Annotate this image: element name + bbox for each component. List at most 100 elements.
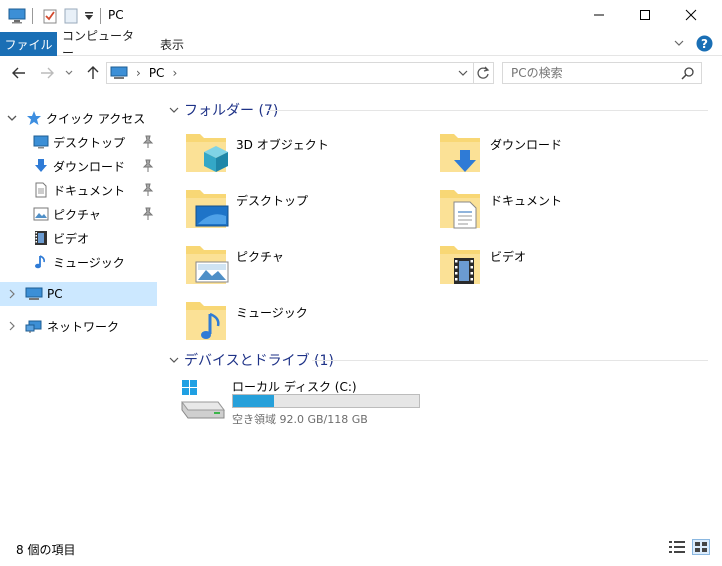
help-icon: ? — [696, 35, 713, 52]
close-icon — [685, 9, 697, 21]
search-input[interactable] — [511, 66, 677, 80]
maximize-icon — [640, 10, 650, 20]
3d-objects-icon — [182, 128, 230, 176]
folder-item[interactable]: ダウンロード — [436, 128, 676, 180]
breadcrumb-pc[interactable]: PC — [149, 66, 165, 80]
recent-locations-button[interactable] — [62, 62, 76, 84]
nav-item-desktop[interactable]: デスクトップ — [0, 130, 160, 154]
folder-item[interactable]: ビデオ — [436, 240, 676, 292]
minimize-icon — [594, 14, 604, 16]
chevron-down-icon[interactable] — [168, 354, 180, 366]
nav-item-downloads[interactable]: ダウンロード — [0, 154, 160, 178]
chevron-down-icon — [674, 40, 684, 46]
nav-item-label: ダウンロード — [53, 159, 126, 174]
group-header-label: フォルダー (7) — [184, 103, 279, 119]
chevron-down-icon[interactable] — [6, 112, 18, 124]
svg-text:?: ? — [701, 37, 708, 51]
navigation-pane: クイック アクセス デスクトップ ダウンロード ドキュメント ピクチャ ビデオ … — [0, 90, 160, 530]
address-row: › PC › — [0, 56, 722, 90]
music-folder-icon — [182, 296, 230, 344]
help-button[interactable]: ? — [696, 35, 713, 52]
title-separator — [100, 8, 101, 24]
network-icon — [25, 320, 42, 333]
drive-free-space: 空き領域 92.0 GB/118 GB — [232, 413, 368, 426]
chevron-right-icon[interactable] — [7, 320, 17, 332]
hard-drive-icon — [178, 378, 226, 422]
nav-quick-access[interactable]: クイック アクセス — [0, 106, 160, 130]
refresh-button[interactable] — [476, 66, 490, 83]
forward-button[interactable] — [36, 62, 58, 84]
tab-computer[interactable]: コンピューター — [62, 29, 140, 60]
chevron-down-icon — [458, 70, 468, 76]
folder-item[interactable]: 3D オブジェクト — [182, 128, 422, 180]
properties-quick-icon[interactable] — [42, 6, 58, 26]
tab-file[interactable]: ファイル — [0, 32, 57, 56]
search-icon[interactable] — [681, 66, 695, 83]
back-button[interactable] — [8, 62, 30, 84]
download-icon — [35, 159, 47, 172]
pin-icon[interactable] — [142, 159, 154, 173]
nav-item-documents[interactable]: ドキュメント — [0, 178, 160, 202]
downloads-folder-icon — [436, 128, 484, 176]
pc-icon — [110, 66, 128, 79]
folder-label: ミュージック — [236, 306, 308, 320]
maximize-button[interactable] — [622, 0, 668, 30]
address-divider — [473, 63, 474, 83]
new-folder-quick-icon[interactable] — [64, 6, 78, 26]
folder-item[interactable]: ミュージック — [182, 296, 422, 348]
drive-name: ローカル ディスク (C:) — [232, 380, 357, 394]
folder-label: 3D オブジェクト — [236, 138, 329, 152]
chevron-down-icon — [65, 70, 73, 75]
customize-quick-access-icon[interactable] — [84, 6, 94, 26]
breadcrumb-separator[interactable]: › — [172, 66, 177, 80]
breadcrumb-separator[interactable]: › — [136, 66, 141, 80]
status-bar: 8 個の項目 — [0, 530, 722, 566]
large-icons-view-button[interactable] — [692, 539, 710, 555]
title-separator — [32, 8, 33, 24]
expand-ribbon-button[interactable] — [672, 36, 688, 52]
nav-item-pictures[interactable]: ピクチャ — [0, 202, 160, 226]
address-dropdown-button[interactable] — [457, 67, 469, 82]
folder-item[interactable]: デスクトップ — [182, 184, 422, 236]
folder-item[interactable]: ピクチャ — [182, 240, 422, 292]
picture-icon — [33, 207, 49, 221]
drive-usage-fill — [233, 395, 274, 407]
tab-view[interactable]: 表示 — [150, 32, 194, 56]
nav-item-pc[interactable]: PC — [0, 282, 157, 306]
desktop-icon — [33, 135, 49, 149]
pin-icon[interactable] — [142, 183, 154, 197]
videos-folder-icon — [436, 240, 484, 288]
window-title: PC — [108, 8, 124, 22]
folder-item[interactable]: ドキュメント — [436, 184, 676, 236]
document-icon — [35, 182, 47, 198]
nav-item-music[interactable]: ミュージック — [0, 250, 160, 274]
address-bar[interactable]: › PC › — [106, 62, 494, 84]
item-count: 8 個の項目 — [16, 543, 76, 557]
nav-item-label: ネットワーク — [47, 319, 120, 334]
minimize-button[interactable] — [576, 0, 622, 30]
arrow-up-icon — [87, 66, 99, 79]
pin-icon[interactable] — [142, 135, 154, 149]
nav-item-label: ピクチャ — [53, 207, 101, 222]
details-view-icon — [669, 541, 685, 553]
up-button[interactable] — [82, 62, 104, 84]
group-divider — [268, 110, 708, 111]
pc-icon — [8, 6, 26, 26]
group-header-devices[interactable]: デバイスとドライブ (1) — [168, 350, 334, 370]
nav-item-label: デスクトップ — [53, 135, 126, 150]
folder-label: デスクトップ — [236, 194, 309, 208]
close-button[interactable] — [668, 0, 714, 30]
refresh-icon — [477, 66, 490, 79]
nav-item-videos[interactable]: ビデオ — [0, 226, 160, 250]
search-box[interactable] — [502, 62, 702, 84]
nav-item-network[interactable]: ネットワーク — [0, 314, 160, 338]
chevron-right-icon[interactable] — [7, 288, 17, 300]
group-header-folders[interactable]: フォルダー (7) — [168, 100, 278, 120]
folder-label: ドキュメント — [490, 194, 563, 208]
chevron-down-icon[interactable] — [168, 104, 180, 116]
ribbon-tabs: ファイル コンピューター 表示 ? — [0, 29, 722, 60]
drive-item-c[interactable]: ローカル ディスク (C:) 空き領域 92.0 GB/118 GB — [176, 376, 436, 428]
pin-icon[interactable] — [142, 207, 154, 221]
nav-quick-access-label: クイック アクセス — [46, 111, 146, 126]
details-view-button[interactable] — [668, 539, 686, 555]
